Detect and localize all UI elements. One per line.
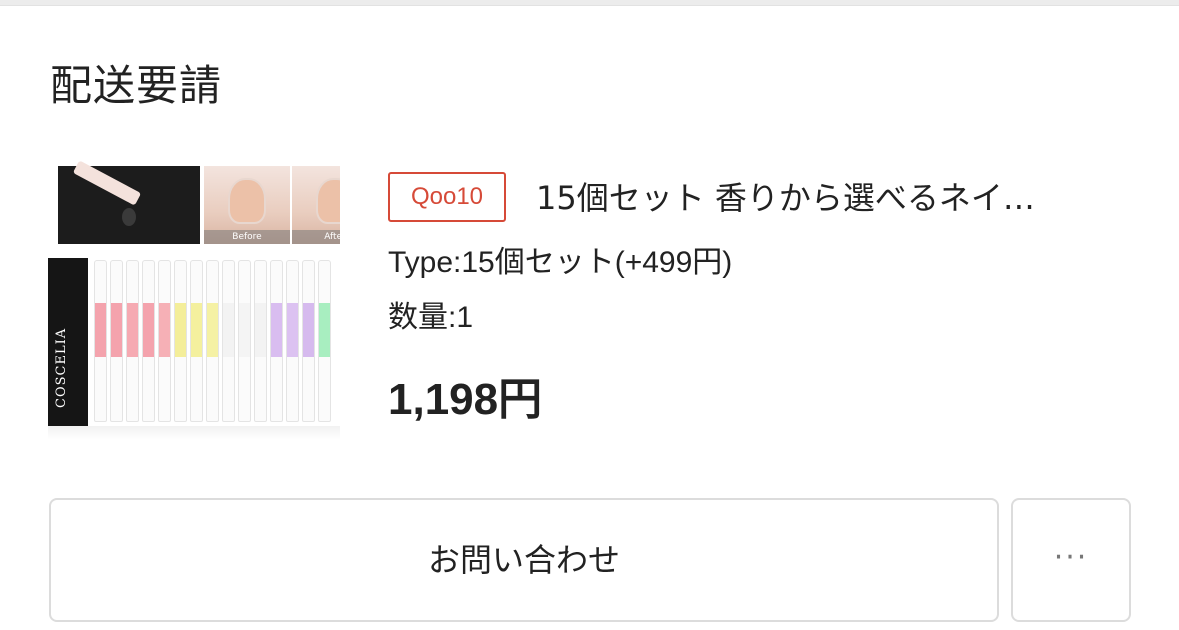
thumbnail-after-panel: After bbox=[292, 166, 340, 244]
product-thumbnail[interactable]: Before After COSCELIA bbox=[48, 160, 340, 440]
thumbnail-application-panel bbox=[58, 160, 200, 244]
before-label: Before bbox=[204, 230, 290, 244]
product-price: 1,198円 bbox=[388, 375, 543, 424]
product-brand-text: COSCELIA bbox=[54, 327, 69, 408]
product-option: Type:15個セット(+499円) bbox=[388, 246, 733, 279]
contact-button[interactable]: お問い合わせ bbox=[49, 498, 999, 622]
more-dots-icon: ··· bbox=[1053, 540, 1089, 575]
order-status-title: 配送要請 bbox=[50, 61, 223, 110]
product-quantity: 数量:1 bbox=[388, 301, 474, 334]
product-box: COSCELIA bbox=[48, 258, 88, 434]
cuticle-pens bbox=[90, 260, 340, 428]
top-divider bbox=[0, 0, 1179, 6]
seller-badge: Qoo10 bbox=[388, 172, 506, 222]
more-options-button[interactable]: ··· bbox=[1011, 498, 1131, 622]
after-label: After bbox=[292, 230, 340, 244]
thumbnail-before-panel: Before bbox=[204, 166, 290, 244]
product-name[interactable]: 15個セット 香りから選べるネイ… bbox=[536, 176, 1126, 220]
